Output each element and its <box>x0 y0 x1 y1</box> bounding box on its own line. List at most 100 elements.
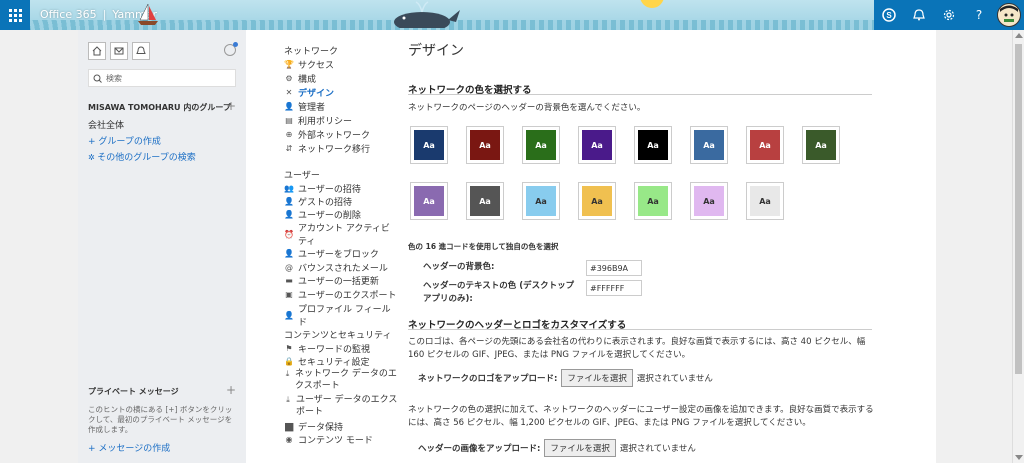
notifications-sidebar-button[interactable] <box>132 42 150 60</box>
nav-item-configuration[interactable]: ⚙ 構成 <box>284 72 316 85</box>
nav-label: 外部ネットワーク <box>298 131 371 141</box>
scroll-up-icon[interactable] <box>1015 33 1023 38</box>
inbox-button[interactable] <box>110 42 128 60</box>
color-swatch[interactable]: Aa <box>746 126 784 164</box>
nav-item-admins[interactable]: 👤 管理者 <box>284 100 325 113</box>
nav-label: ユーザーをブロック <box>298 250 379 260</box>
help-icon: ? <box>975 8 983 22</box>
nav-item-invite-users[interactable]: 👥 ユーザーの招待 <box>284 182 361 195</box>
color-swatch[interactable]: Aa <box>690 126 728 164</box>
group-all-company[interactable]: 会社全体 <box>88 118 124 131</box>
color-swatch[interactable]: Aa <box>410 182 448 220</box>
private-messages-label: プライベート メッセージ <box>88 387 179 396</box>
home-button[interactable] <box>88 42 106 60</box>
nav-item-content-mode[interactable]: ◉ コンテンツ モード <box>284 433 373 446</box>
nav-item-profile-fields[interactable]: 👤 プロファイル フィールド <box>284 302 398 328</box>
header-bg-color-input[interactable]: #396B9A <box>586 260 642 276</box>
notifications-button[interactable] <box>904 0 934 30</box>
color-swatch-preview: Aa <box>750 130 780 160</box>
search-placeholder: 検索 <box>106 73 122 83</box>
color-swatch-preview: Aa <box>470 130 500 160</box>
sidebar-icon-row <box>88 42 154 60</box>
home-icon <box>92 46 102 56</box>
color-swatch[interactable]: Aa <box>634 182 672 220</box>
nav-label: ゲストの招待 <box>298 198 353 208</box>
color-swatch[interactable]: Aa <box>578 182 616 220</box>
nav-item-data-retention[interactable]: ■ データ保持 <box>284 420 343 433</box>
nav-item-export-users[interactable]: ▣ ユーザーのエクスポート <box>284 288 396 301</box>
nav-item-usage-policy[interactable]: ▤ 利用ポリシー <box>284 114 352 127</box>
vertical-scrollbar[interactable] <box>1012 30 1024 463</box>
header-actions: S ? <box>874 0 1024 30</box>
settings-button[interactable] <box>934 0 964 30</box>
color-section-description: ネットワークのページのヘッダーの背景色を選んでください。 <box>408 103 646 113</box>
header-image-file-button[interactable]: ファイルを選択 <box>544 439 616 457</box>
color-swatch[interactable]: Aa <box>634 126 672 164</box>
private-messages-header: プライベート メッセージ + <box>88 383 236 397</box>
nav-item-bounced-email[interactable]: @ バウンスされたメール <box>284 261 388 274</box>
color-swatch[interactable]: Aa <box>522 182 560 220</box>
logo-file-button[interactable]: ファイルを選択 <box>561 369 633 387</box>
profile-button[interactable] <box>994 0 1024 30</box>
nav-item-invite-guests[interactable]: 👤 ゲストの招待 <box>284 195 352 208</box>
swatch-label: Aa <box>423 140 435 150</box>
header-image-upload-row: ヘッダーの画像をアップロード: ファイルを選択 選択されていません <box>418 439 696 457</box>
swatch-label: Aa <box>647 196 659 206</box>
nav-item-design[interactable]: ✕ デザイン <box>284 86 334 99</box>
find-groups-link[interactable]: ✲ その他のグループの検索 <box>88 150 196 163</box>
color-swatch[interactable]: Aa <box>746 182 784 220</box>
export-icon: ▣ <box>285 290 293 299</box>
swatch-label: Aa <box>703 196 715 206</box>
app-launcher-icon <box>8 8 22 22</box>
color-swatch[interactable]: Aa <box>690 182 728 220</box>
logo-upload-row: ネットワークのロゴをアップロード: ファイルを選択 選択されていません <box>418 369 713 387</box>
color-swatch[interactable]: Aa <box>466 182 504 220</box>
app-launcher-button[interactable] <box>0 0 30 30</box>
nav-label: コンテンツ モード <box>298 436 373 446</box>
skype-icon: S <box>882 8 896 22</box>
admin-user-icon: 👤 <box>284 102 294 111</box>
nav-item-bulk-update[interactable]: ▬ ユーザーの一括更新 <box>284 274 379 287</box>
scroll-thumb[interactable] <box>1015 44 1022 374</box>
header-text-color-input[interactable]: #FFFFFF <box>586 280 642 296</box>
sun-decoration <box>640 0 664 8</box>
profile-icon: 👤 <box>284 310 294 320</box>
app-name[interactable]: Office 365 <box>40 8 97 21</box>
color-swatch[interactable]: Aa <box>578 126 616 164</box>
eye-icon: ◉ <box>285 435 293 444</box>
nav-label: プロファイル フィールド <box>297 305 391 328</box>
nav-item-network-migration[interactable]: ⇵ ネットワーク移行 <box>284 142 370 155</box>
presence-icon[interactable] <box>224 42 238 56</box>
help-button[interactable]: ? <box>964 0 994 30</box>
create-group-link[interactable]: + グループの作成 <box>88 134 161 147</box>
nav-label: バウンスされたメール <box>298 264 388 274</box>
color-swatch[interactable]: Aa <box>410 126 448 164</box>
nav-item-export-network-data[interactable]: ⤓ ネットワーク データのエクスポート <box>284 368 398 392</box>
nav-item-security-settings[interactable]: 🔒 セキュリティ設定 <box>284 355 369 368</box>
scroll-down-icon[interactable] <box>1015 455 1023 460</box>
color-swatch-preview: Aa <box>582 130 612 160</box>
nav-item-success[interactable]: 🏆 サクセス <box>284 58 334 71</box>
color-swatch[interactable]: Aa <box>802 126 840 164</box>
nav-item-remove-users[interactable]: 👤 ユーザーの削除 <box>284 208 361 221</box>
nav-item-account-activity[interactable]: ⏰ アカウント アクティビティ <box>284 221 398 247</box>
nav-label: 利用ポリシー <box>298 117 353 127</box>
search-input[interactable]: 検索 <box>88 69 236 87</box>
divider <box>408 329 872 330</box>
add-message-icon[interactable]: + <box>226 383 236 397</box>
color-swatch[interactable]: Aa <box>522 126 560 164</box>
nav-item-block-users[interactable]: 👤 ユーザーをブロック <box>284 247 379 260</box>
compose-message-link[interactable]: + メッセージの作成 <box>88 441 170 454</box>
left-sidebar: 検索 MISAWA TOMOHARU 内のグループ + 会社全体 + グループの… <box>78 30 246 463</box>
nav-label: ネットワーク移行 <box>298 145 371 155</box>
swatch-label: Aa <box>647 140 659 150</box>
nav-label: サクセス <box>298 61 335 71</box>
nav-item-export-user-data[interactable]: ⤓ ユーザー データのエクスポート <box>284 394 398 418</box>
nav-item-external-networks[interactable]: ⊕ 外部ネットワーク <box>284 128 370 141</box>
nav-item-keyword-monitoring[interactable]: ⚑ キーワードの監視 <box>284 342 370 355</box>
swatch-label: Aa <box>479 196 491 206</box>
add-group-icon[interactable]: + <box>226 99 236 113</box>
color-swatch[interactable]: Aa <box>466 126 504 164</box>
skype-button[interactable]: S <box>874 0 904 30</box>
gear-icon <box>943 9 955 21</box>
